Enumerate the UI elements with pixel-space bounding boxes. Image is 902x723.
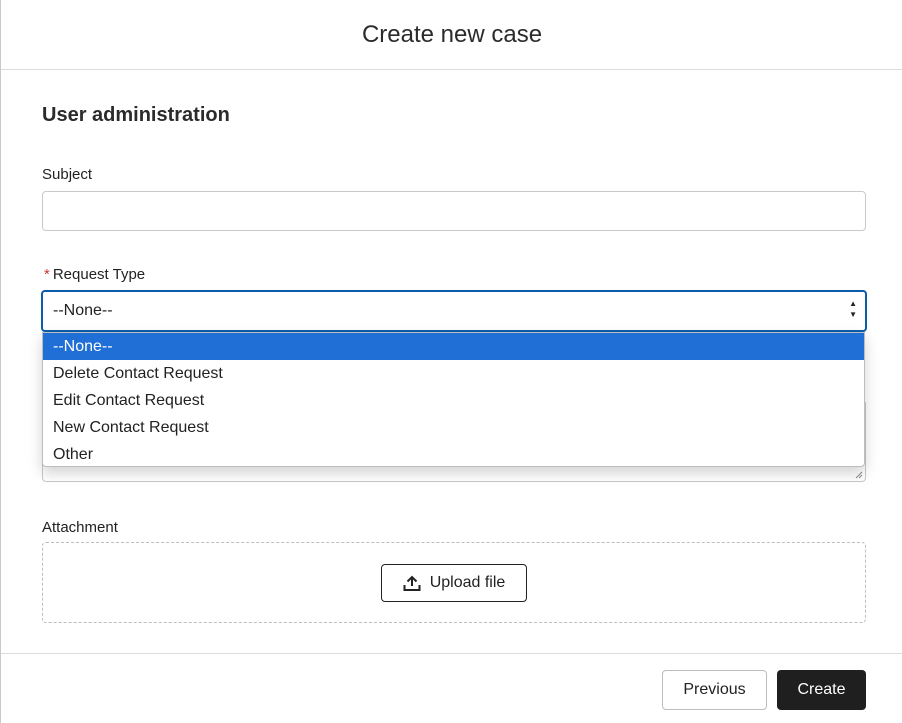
attachment-label: Attachment bbox=[42, 519, 118, 536]
request-type-selected-value: --None-- bbox=[53, 302, 113, 319]
modal-header: Create new case bbox=[1, 0, 902, 70]
create-button[interactable]: Create bbox=[777, 670, 866, 710]
section-title: User administration bbox=[42, 104, 230, 126]
subject-input[interactable] bbox=[42, 191, 866, 231]
sort-arrows-icon: ▲ ▼ bbox=[849, 299, 857, 319]
subject-label: Subject bbox=[42, 166, 93, 183]
resize-handle-icon[interactable] bbox=[855, 471, 863, 479]
dropdown-option-other[interactable]: Other bbox=[43, 441, 864, 466]
previous-button[interactable]: Previous bbox=[662, 670, 767, 710]
request-type-select[interactable]: --None-- ▲ ▼ bbox=[41, 290, 867, 332]
upload-icon bbox=[403, 575, 421, 591]
required-marker: * bbox=[44, 266, 50, 283]
request-type-label: * Request Type bbox=[44, 266, 145, 283]
request-type-label-text: Request Type bbox=[52, 266, 146, 283]
dropdown-option-new-contact[interactable]: New Contact Request bbox=[43, 414, 864, 441]
upload-file-label: Upload file bbox=[429, 574, 506, 591]
dropdown-option-none[interactable]: --None-- bbox=[43, 333, 864, 360]
dropdown-option-edit-contact[interactable]: Edit Contact Request bbox=[43, 387, 864, 414]
create-case-modal: Create new case User administration Subj… bbox=[0, 0, 902, 723]
dropdown-option-delete-contact[interactable]: Delete Contact Request bbox=[43, 360, 864, 387]
request-type-dropdown: --None-- Delete Contact Request Edit Con… bbox=[42, 332, 865, 467]
upload-file-button[interactable]: Upload file bbox=[381, 564, 527, 602]
modal-title: Create new case bbox=[361, 20, 543, 48]
